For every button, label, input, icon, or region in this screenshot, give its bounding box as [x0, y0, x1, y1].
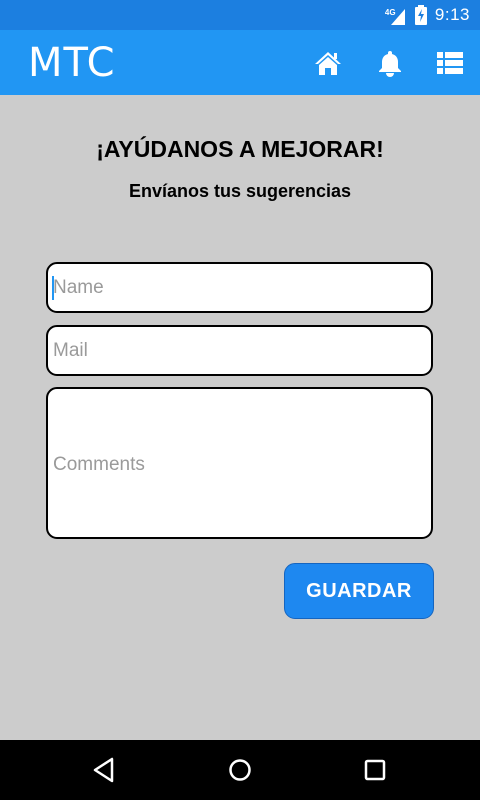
name-input[interactable]	[46, 262, 433, 313]
app-title: MTC	[28, 40, 116, 86]
mail-input[interactable]	[46, 325, 433, 376]
save-button[interactable]: GUARDAR	[284, 563, 434, 619]
screen: 4G 9:13 MTC ¡AYÚDANOS A MEJORAR! Envíano…	[0, 0, 480, 800]
bell-icon[interactable]	[376, 49, 404, 77]
battery-icon	[414, 5, 427, 25]
page-subtitle: Envíanos tus sugerencias	[128, 181, 352, 201]
status-indicators: 4G 9:13	[385, 0, 470, 30]
status-bar: 4G 9:13	[0, 0, 480, 30]
status-time: 9:13	[434, 5, 470, 24]
app-bar: MTC	[0, 30, 480, 95]
signal-indicator: 4G	[385, 5, 407, 25]
system-nav-bar	[0, 740, 480, 800]
text-cursor	[52, 276, 54, 300]
home-icon[interactable]	[314, 49, 342, 77]
page-title: ¡AYÚDANOS A MEJORAR!	[96, 136, 384, 162]
signal-icon	[390, 9, 405, 25]
recents-icon[interactable]	[359, 754, 391, 786]
home-circle-icon[interactable]	[224, 754, 256, 786]
list-icon[interactable]	[436, 49, 464, 77]
comments-input[interactable]	[46, 387, 433, 539]
back-icon[interactable]	[88, 754, 120, 786]
